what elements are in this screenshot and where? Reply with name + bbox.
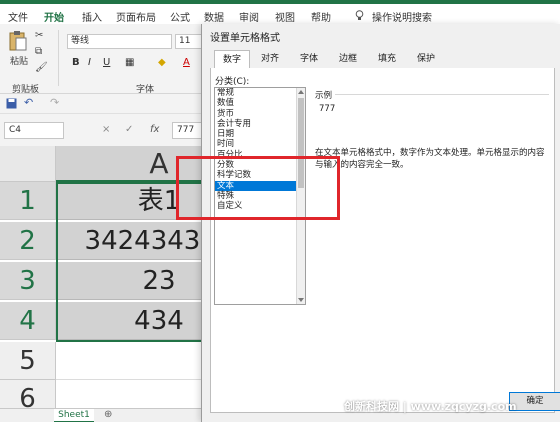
paste-label[interactable]: 粘贴: [10, 54, 28, 67]
tab-help[interactable]: 帮助: [311, 9, 331, 24]
dialog-body: 分类(C): 常规 数值 货币 会计专用 日期 时间 百分比 分数 科学记数 文…: [210, 68, 560, 413]
category-accounting[interactable]: 会计专用: [215, 119, 305, 129]
sample-value: 777: [319, 104, 336, 114]
enter-icon[interactable]: ✓: [125, 124, 133, 135]
paste-icon[interactable]: [8, 30, 28, 52]
ribbon-tab-bar: 文件 开始 插入 页面布局 公式 数据 审阅 视图 帮助 操作说明搜索: [0, 0, 560, 29]
category-general[interactable]: 常规: [215, 88, 305, 98]
tab-insert[interactable]: 插入: [82, 9, 102, 24]
tab-alignment[interactable]: 对齐: [252, 50, 288, 69]
category-label: 分类(C):: [215, 77, 250, 87]
tab-formulas[interactable]: 公式: [170, 9, 190, 24]
tell-me-search[interactable]: 操作说明搜索: [372, 9, 432, 24]
font-name-select[interactable]: 等线: [67, 34, 172, 49]
tab-home[interactable]: 开始: [42, 9, 66, 29]
scroll-up-icon[interactable]: [298, 90, 304, 94]
dialog-tabs: 数字 对齐 字体 边框 填充 保护: [210, 50, 555, 69]
bold-button[interactable]: B: [72, 57, 80, 68]
cut-icon[interactable]: ✂: [35, 30, 43, 41]
row-header[interactable]: 4: [0, 302, 56, 340]
category-date[interactable]: 日期: [215, 129, 305, 139]
cancel-icon[interactable]: ×: [102, 124, 110, 135]
sample-divider: [335, 94, 549, 95]
lightbulb-icon: [355, 10, 364, 20]
italic-button[interactable]: I: [88, 57, 91, 68]
format-painter-icon[interactable]: 🖌: [35, 62, 48, 73]
redo-icon[interactable]: ↷: [50, 96, 59, 109]
fill-color-icon[interactable]: ◆: [158, 57, 166, 68]
row-header[interactable]: 2: [0, 222, 56, 260]
sample-label: 示例: [315, 91, 333, 101]
row-header[interactable]: 5: [0, 342, 56, 380]
tab-font[interactable]: 字体: [291, 50, 327, 69]
font-color-button[interactable]: A: [183, 57, 190, 68]
tab-fill[interactable]: 填充: [369, 50, 405, 69]
insert-function-icon[interactable]: fx: [150, 124, 159, 135]
tab-protection[interactable]: 保护: [408, 50, 444, 69]
format-cells-dialog: 设置单元格格式 数字 对齐 字体 边框 填充 保护 分类(C): 常规 数值 货…: [201, 24, 560, 422]
dialog-title: 设置单元格格式: [210, 33, 280, 44]
underline-button[interactable]: U: [103, 57, 110, 68]
scroll-down-icon[interactable]: [298, 298, 304, 302]
tab-file[interactable]: 文件: [8, 9, 28, 24]
sheet-tab[interactable]: Sheet1: [54, 409, 94, 422]
watermark: 创新科技网 | www.zqcyzg.com: [344, 400, 517, 413]
tab-data[interactable]: 数据: [204, 9, 224, 24]
select-all-corner[interactable]: [0, 146, 56, 182]
category-currency[interactable]: 货币: [215, 109, 305, 119]
borders-icon[interactable]: ▦: [125, 57, 134, 68]
category-number[interactable]: 数值: [215, 98, 305, 108]
tab-review[interactable]: 审阅: [239, 9, 259, 24]
font-size-select[interactable]: 11: [175, 34, 203, 49]
tab-page-layout[interactable]: 页面布局: [116, 9, 156, 24]
copy-icon[interactable]: ⧉: [35, 46, 42, 57]
tab-border[interactable]: 边框: [330, 50, 366, 69]
tab-view[interactable]: 视图: [275, 9, 295, 24]
highlight-annotation-box: [176, 156, 340, 220]
save-icon[interactable]: [6, 98, 17, 109]
tab-number[interactable]: 数字: [214, 50, 250, 69]
row-header[interactable]: 1: [0, 182, 56, 220]
name-box[interactable]: C4: [4, 122, 64, 139]
row-header[interactable]: 3: [0, 262, 56, 300]
undo-icon[interactable]: ↶: [24, 96, 33, 109]
add-sheet-icon[interactable]: ⊕: [104, 409, 112, 420]
category-time[interactable]: 时间: [215, 139, 305, 149]
format-description: 在文本单元格格式中，数字作为文本处理。单元格显示的内容与输入的内容完全一致。: [315, 148, 545, 170]
group-divider: [58, 30, 59, 86]
